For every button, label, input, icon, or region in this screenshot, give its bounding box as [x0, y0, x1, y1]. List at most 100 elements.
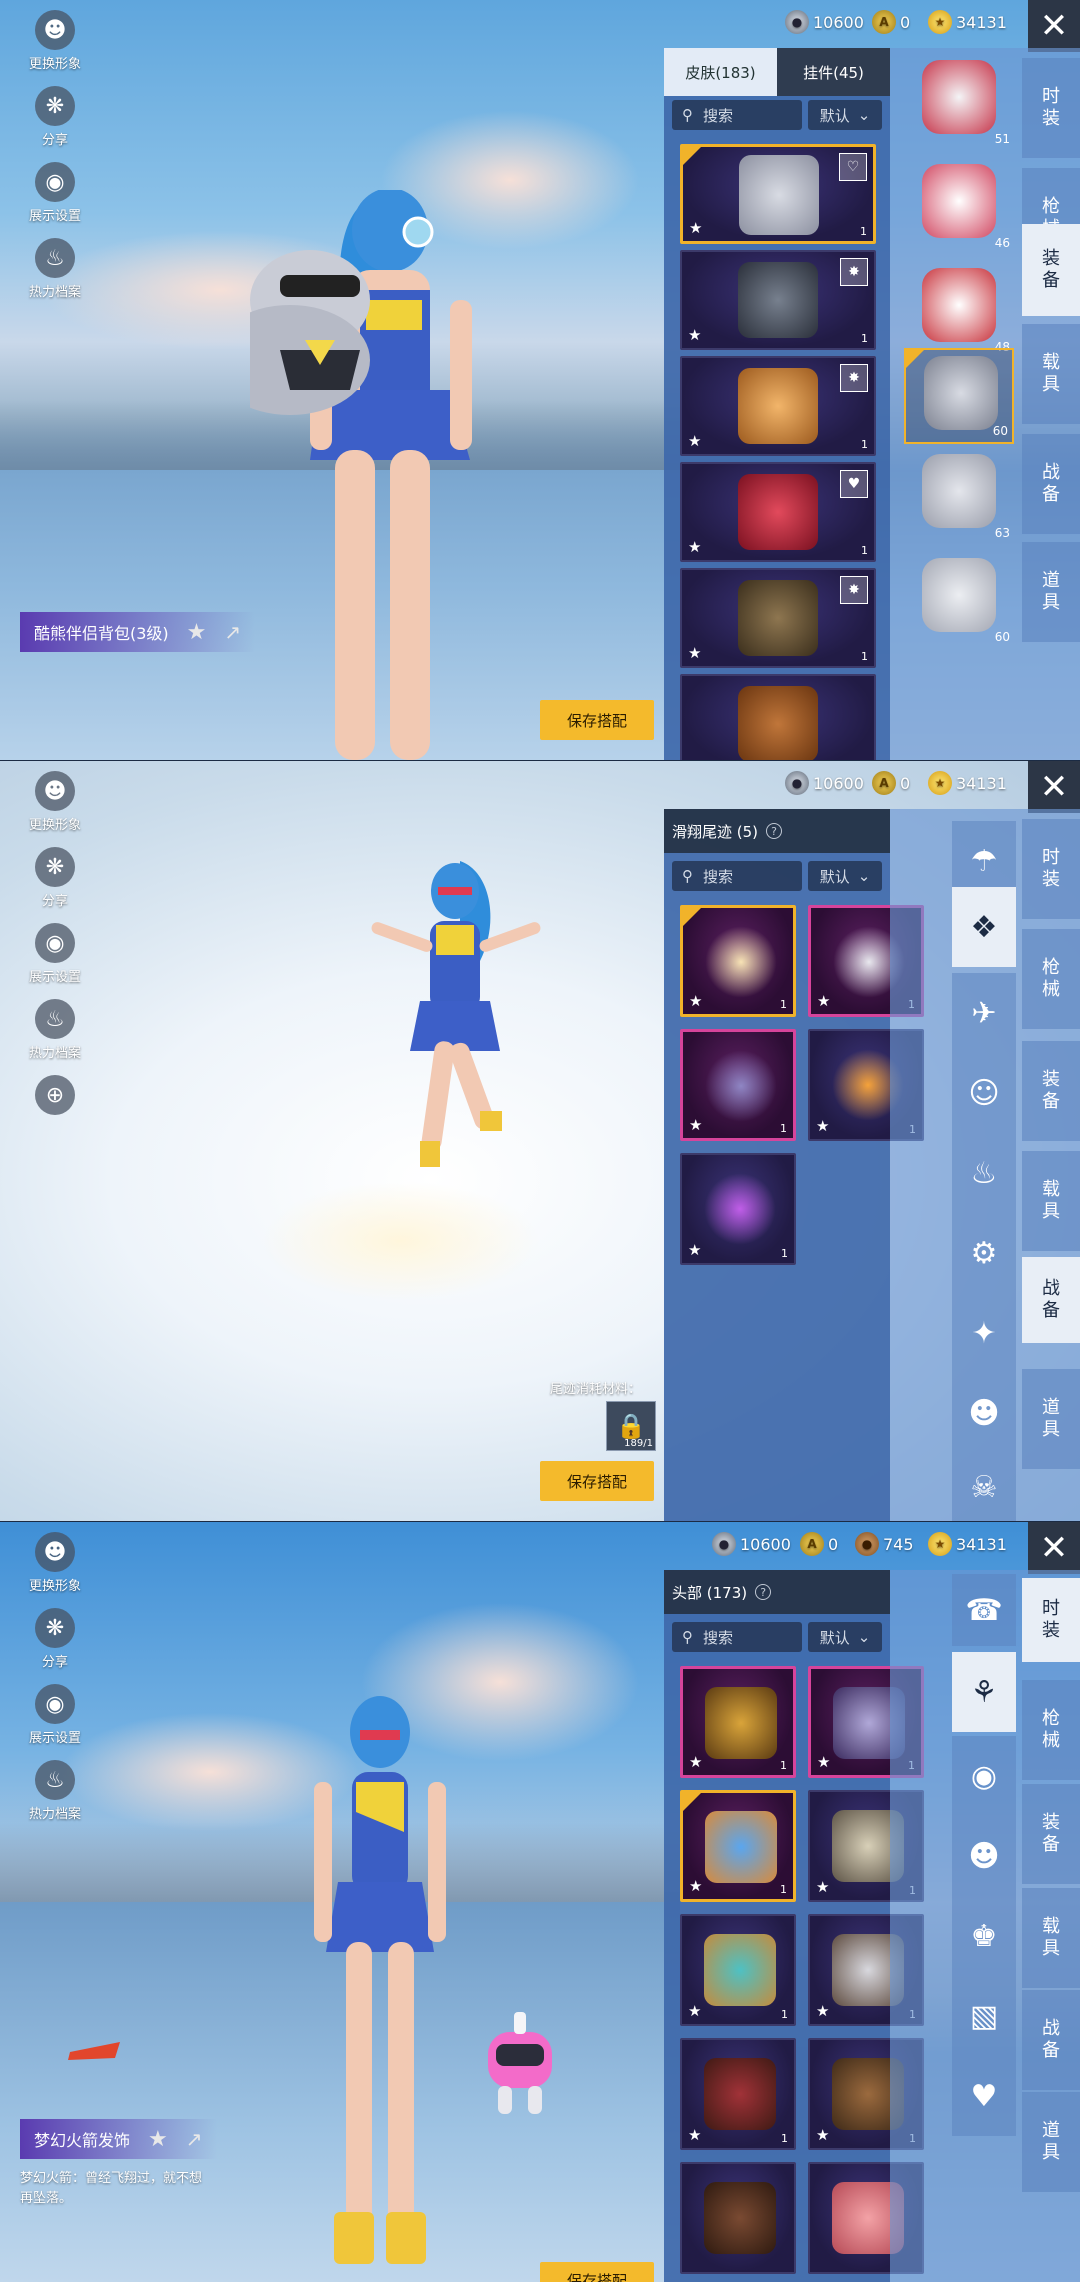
outfit-set-icon[interactable]: ☎	[952, 1574, 1016, 1646]
equip-slot-helmet-2[interactable]: 46	[904, 158, 1014, 254]
favorite-star-icon[interactable]: ★	[688, 2002, 701, 2020]
favorite-star-icon[interactable]: ★	[689, 1753, 702, 1771]
share-button[interactable]: ❋ 分享	[10, 86, 100, 162]
change-appearance-button[interactable]: ☻ 更换形象	[10, 10, 100, 86]
save-outfit-button[interactable]: 保存搭配	[540, 1461, 654, 1501]
favorite-star-icon[interactable]: ★	[688, 326, 701, 344]
emote-icon[interactable]: ☺	[952, 1053, 1016, 1133]
search-input[interactable]: ⚲ 搜索	[672, 861, 802, 891]
category-items[interactable]: 道具	[1022, 2092, 1080, 2192]
favorite-star-icon[interactable]: ★	[688, 432, 701, 450]
category-items[interactable]: 道具	[1022, 542, 1080, 642]
favorite-star-icon[interactable]: ★	[688, 538, 701, 556]
category-weapons[interactable]: 枪械	[1022, 1680, 1080, 1780]
sticker-icon[interactable]: ☻	[952, 1373, 1016, 1453]
equip-slot-backpack[interactable]: 60	[904, 348, 1014, 444]
category-fashion[interactable]: 时装	[1022, 819, 1080, 919]
save-outfit-button[interactable]: 保存搭配	[540, 2262, 654, 2282]
equip-slot-helmet-3[interactable]: 48	[904, 262, 1014, 358]
close-button[interactable]: ✕	[1028, 0, 1080, 52]
display-settings-button[interactable]: ◉ 展示设置	[10, 162, 100, 238]
share-button[interactable]: ❋ 分享	[10, 847, 100, 923]
heat-profile-button[interactable]: ♨ 热力档案	[10, 238, 100, 314]
spray-icon[interactable]: ☠	[952, 1453, 1016, 1521]
tab-pendants[interactable]: 挂件(45)	[777, 48, 890, 96]
category-items[interactable]: 道具	[1022, 1369, 1080, 1469]
trail-item[interactable]: ★1	[680, 905, 796, 1017]
category-vehicles[interactable]: 载具	[1022, 324, 1080, 424]
mask-icon[interactable]: ◉	[952, 1736, 1016, 1816]
category-weapons[interactable]: 枪械	[1022, 929, 1080, 1029]
equip-slot-backpack-3[interactable]: 60	[904, 552, 1014, 648]
category-fashion[interactable]: 时装	[1022, 1578, 1080, 1662]
favorite-star-icon[interactable]: ★	[688, 1241, 701, 1259]
search-input[interactable]: ⚲ 搜索	[672, 1622, 802, 1652]
display-settings-button[interactable]: ◉ 展示设置	[10, 923, 100, 999]
plane-icon[interactable]: ✈	[952, 973, 1016, 1053]
sort-dropdown[interactable]: 默认 ⌄	[808, 1622, 882, 1652]
category-vehicles[interactable]: 载具	[1022, 1151, 1080, 1251]
favorite-star-icon[interactable]: ★	[816, 1878, 829, 1896]
share-icon[interactable]: ↗	[186, 2127, 203, 2151]
help-icon[interactable]: ?	[766, 823, 783, 839]
equip-slot-helmet-1[interactable]: 51	[904, 54, 1014, 150]
change-appearance-button[interactable]: ☻ 更换形象	[10, 771, 100, 847]
glide-trail-icon[interactable]: ❖	[952, 887, 1016, 967]
favorite-star-icon[interactable]: ★	[689, 992, 702, 1010]
category-tactical[interactable]: 战备	[1022, 1990, 1080, 2090]
favorite-star-icon[interactable]: ★	[688, 644, 701, 662]
favorite-star-icon[interactable]: ★	[187, 620, 207, 645]
skin-item[interactable]: ✸ ★ 1	[680, 250, 876, 350]
category-equipment[interactable]: 装备	[1022, 1784, 1080, 1884]
favorite-star-icon[interactable]: ★	[816, 2002, 829, 2020]
skin-item[interactable]: ♥ ★ 1	[680, 462, 876, 562]
favorite-star-icon[interactable]: ★	[688, 2126, 701, 2144]
zoom-button[interactable]: ⊕	[10, 1075, 100, 1151]
favorite-star-icon[interactable]: ★	[817, 1753, 830, 1771]
category-vehicles[interactable]: 载具	[1022, 1888, 1080, 1988]
category-tactical[interactable]: 战备	[1022, 1257, 1080, 1343]
category-tactical[interactable]: 战备	[1022, 434, 1080, 534]
head-item[interactable]: ★1	[680, 1666, 796, 1778]
head-item[interactable]: ★1	[680, 1914, 796, 2026]
hair-icon[interactable]: ⚘	[952, 1652, 1016, 1732]
share-icon[interactable]: ↗	[224, 620, 241, 644]
favorite-star-icon[interactable]: ★	[689, 219, 702, 237]
favorite-star-icon[interactable]: ★	[148, 2127, 168, 2152]
skin-item[interactable]: ✸ ★ 1	[680, 568, 876, 668]
favorite-star-icon[interactable]: ★	[689, 1116, 702, 1134]
head-item[interactable]: ★1	[680, 1790, 796, 1902]
favorite-star-icon[interactable]: ★	[816, 2126, 829, 2144]
category-equipment[interactable]: 装备	[1022, 1041, 1080, 1141]
equip-slot-backpack-2[interactable]: 63	[904, 448, 1014, 544]
tab-skins[interactable]: 皮肤(183)	[664, 48, 777, 96]
robot-icon[interactable]: ⚙	[952, 1213, 1016, 1293]
heat-profile-button[interactable]: ♨ 热力档案	[10, 999, 100, 1075]
skin-item[interactable]: ♡ ★ 1	[680, 144, 876, 244]
sparkle-icon[interactable]: ✦	[952, 1293, 1016, 1373]
close-button[interactable]: ✕	[1028, 761, 1080, 813]
material-lock-icon[interactable]: 🔒 189/1	[606, 1401, 656, 1451]
help-icon[interactable]: ?	[755, 1584, 772, 1600]
change-appearance-button[interactable]: ☻ 更换形象	[10, 1532, 100, 1608]
favorite-star-icon[interactable]: ★	[817, 992, 830, 1010]
shoes-icon[interactable]: ♥	[952, 2056, 1016, 2136]
display-settings-button[interactable]: ◉ 展示设置	[10, 1684, 100, 1760]
food-icon[interactable]: ♨	[952, 1133, 1016, 1213]
save-outfit-button[interactable]: 保存搭配	[540, 700, 654, 740]
sort-dropdown[interactable]: 默认 ⌄	[808, 100, 882, 130]
top-clothing-icon[interactable]: ♚	[952, 1896, 1016, 1976]
pants-icon[interactable]: ▧	[952, 1976, 1016, 2056]
search-input[interactable]: ⚲ 搜索	[672, 100, 802, 130]
favorite-star-icon[interactable]: ★	[816, 1117, 829, 1135]
close-button[interactable]: ✕	[1028, 1522, 1080, 1574]
face-icon[interactable]: ☻	[952, 1816, 1016, 1896]
trail-item[interactable]: ★1	[680, 1029, 796, 1141]
head-item[interactable]: ★1	[680, 2038, 796, 2150]
trail-item[interactable]: ★1	[680, 1153, 796, 1265]
category-equipment[interactable]: 装备	[1022, 224, 1080, 316]
skin-item[interactable]	[680, 674, 876, 760]
heat-profile-button[interactable]: ♨ 热力档案	[10, 1760, 100, 1836]
favorite-star-icon[interactable]: ★	[689, 1877, 702, 1895]
head-item[interactable]	[680, 2162, 796, 2274]
